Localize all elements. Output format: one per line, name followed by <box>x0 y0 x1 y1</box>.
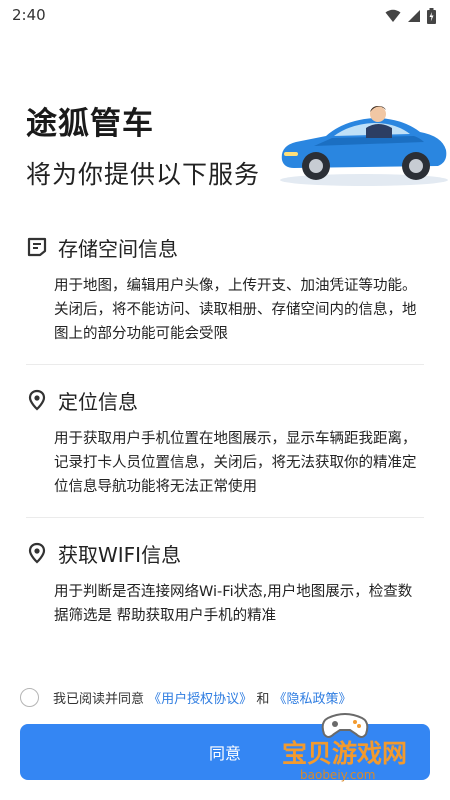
car-illustration <box>280 106 448 186</box>
app-title: 途狐管车 <box>26 106 154 142</box>
section-description: 用于获取用户手机位置在地图展示，显示车辆距我距离，记录打卡人员位置信息，关闭后，… <box>54 431 417 495</box>
section-title: 获取WIFI信息 <box>58 542 182 567</box>
header: 途狐管车 将为你提供以下服务 <box>26 98 260 191</box>
status-bar: 2:40 <box>0 0 450 32</box>
battery-icon <box>427 8 436 24</box>
location-pin-icon <box>28 389 46 411</box>
terms-link[interactable]: 《用户授权协议》 <box>148 692 252 707</box>
section-title: 存储空间信息 <box>58 236 178 261</box>
privacy-policy-link[interactable]: 《隐私政策》 <box>273 692 351 707</box>
agreement-row: 我已阅读并同意 《用户授权协议》 和 《隐私政策》 <box>20 688 351 707</box>
location-pin-icon <box>28 542 46 564</box>
permission-section-location: 定位信息 用于获取用户手机位置在地图展示，显示车辆距我距离，记录打卡人员位置信息… <box>0 383 450 499</box>
agreement-and: 和 <box>256 692 270 707</box>
agreement-text: 我已阅读并同意 《用户授权协议》 和 《隐私政策》 <box>53 688 351 707</box>
agree-checkbox[interactable] <box>20 688 39 707</box>
document-icon <box>27 237 47 257</box>
divider <box>26 517 424 518</box>
permission-section-wifi: 获取WIFI信息 用于判断是否连接网络Wi-Fi状态,用户地图展示，检查数据筛选… <box>0 536 450 628</box>
status-icons <box>385 8 436 24</box>
permission-list[interactable]: 存储空间信息 用于地图，编辑用户头像，上传开支、加油凭证等功能。关闭后，将不能访… <box>0 228 450 696</box>
section-description: 用于判断是否连接网络Wi-Fi状态,用户地图展示，检查数据筛选是 帮助获取用户手… <box>54 584 413 624</box>
app-subtitle: 将为你提供以下服务 <box>26 160 261 189</box>
divider <box>26 364 424 365</box>
agree-button[interactable]: 同意 <box>20 724 430 780</box>
agreement-prefix: 我已阅读并同意 <box>53 692 145 707</box>
section-title: 定位信息 <box>58 389 138 414</box>
section-description: 用于地图，编辑用户头像，上传开支、加油凭证等功能。关闭后，将不能访问、读取相册、… <box>54 278 417 342</box>
permission-section-storage: 存储空间信息 用于地图，编辑用户头像，上传开支、加油凭证等功能。关闭后，将不能访… <box>0 230 450 346</box>
wifi-icon <box>385 9 401 22</box>
signal-icon <box>408 10 420 22</box>
status-time: 2:40 <box>12 6 46 24</box>
